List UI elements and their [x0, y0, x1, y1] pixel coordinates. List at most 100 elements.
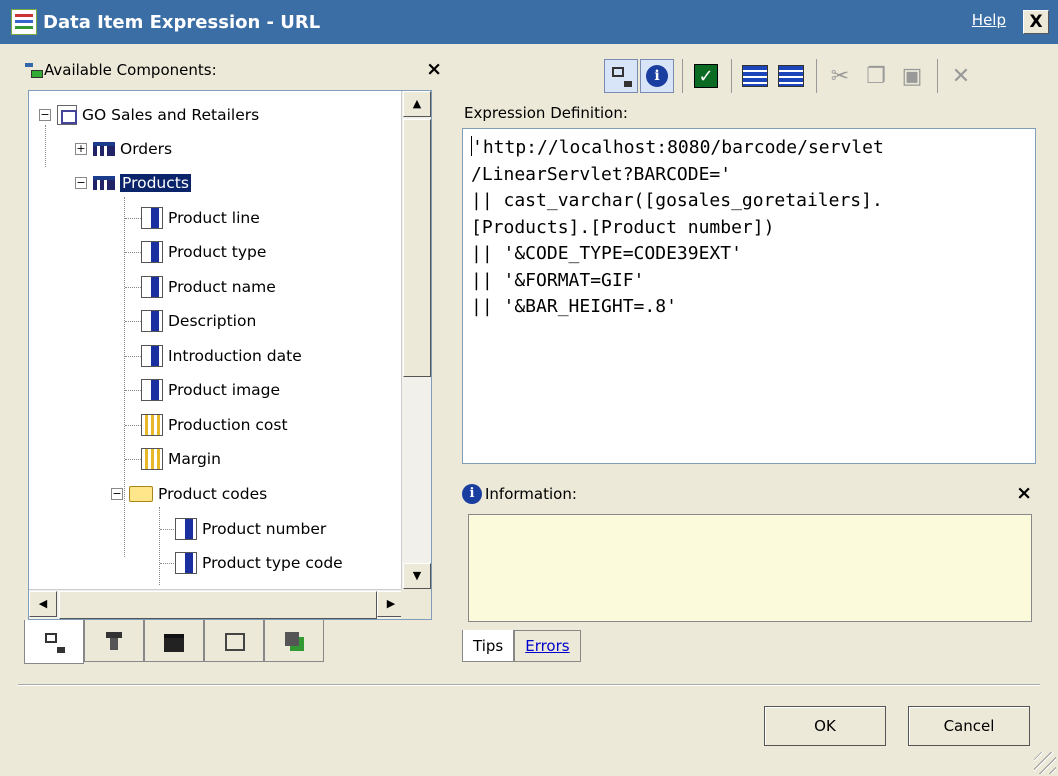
query-item-icon [141, 379, 163, 401]
query-item-icon [141, 241, 163, 263]
query-button-1[interactable] [738, 59, 772, 93]
tree-line [125, 287, 141, 288]
tree-line [125, 321, 141, 322]
tree-label-item: Product name [168, 278, 276, 296]
dialog-divider [18, 684, 1040, 686]
tree-label-item: Product line [168, 209, 260, 227]
tree-horizontal-scroll-thumb[interactable] [59, 591, 377, 619]
tree-node-measure[interactable]: Margin [141, 445, 221, 473]
query-icon-1 [742, 65, 768, 87]
components-close-button[interactable]: × [426, 58, 442, 80]
paste-button[interactable]: ▣ [895, 59, 929, 93]
query-subject-icon [93, 142, 115, 156]
tree-line [125, 252, 141, 253]
expression-line: || '&FORMAT=GIF' [471, 269, 645, 291]
expression-line: || '&BAR_HEIGHT=.8' [471, 296, 677, 317]
tree-node-item[interactable]: Product image [141, 376, 280, 404]
cancel-button[interactable]: Cancel [908, 706, 1030, 746]
tab-functions[interactable] [84, 620, 144, 662]
tree-line [160, 563, 176, 564]
tree-view-button[interactable] [604, 59, 638, 93]
collapse-icon[interactable]: − [111, 488, 123, 500]
tab-parameters[interactable] [204, 620, 264, 662]
components-tree: − GO Sales and Retailers + Orders − Prod… [29, 91, 401, 591]
expression-line: 'http://localhost:8080/barcode/servlet [472, 137, 884, 158]
window-close-button[interactable]: X [1023, 10, 1049, 34]
scroll-up-icon[interactable]: ▲ [403, 91, 431, 117]
validate-button[interactable]: ✓ [689, 59, 723, 93]
tab-model[interactable] [24, 620, 84, 664]
measure-icon [141, 414, 163, 436]
scroll-left-icon[interactable]: ◀ [29, 591, 57, 617]
available-components-header: Available Components: × [24, 56, 442, 84]
help-link[interactable]: Help [972, 11, 1006, 29]
functions-icon [103, 630, 125, 652]
tab-errors[interactable]: Errors [514, 630, 581, 662]
delete-button[interactable]: ✕ [944, 59, 978, 93]
info-icon: i [646, 65, 668, 87]
tree-node-item[interactable]: Description [141, 307, 256, 335]
tree-node-item[interactable]: Product number [175, 515, 326, 543]
query-button-2[interactable] [774, 59, 808, 93]
resize-grip-icon[interactable] [1034, 752, 1056, 774]
tree-node-root[interactable]: − GO Sales and Retailers [39, 101, 259, 129]
available-components-title: Available Components: [44, 61, 217, 79]
tree-node-products[interactable]: − Products [75, 169, 191, 197]
collapse-icon[interactable]: − [39, 109, 51, 121]
tree-line [45, 125, 46, 167]
tree-node-product-codes[interactable]: − Product codes [111, 480, 267, 508]
information-tab-strip: Tips Errors [462, 630, 581, 662]
tree-label-item: Product image [168, 381, 281, 399]
expression-line: [Products].[Product number]) [471, 216, 775, 238]
components-tab-strip [24, 620, 324, 664]
tab-query-items[interactable] [144, 620, 204, 662]
tree-node-item[interactable]: Product name [141, 273, 276, 301]
expression-editor[interactable]: 'http://localhost:8080/barcode/servlet /… [462, 128, 1036, 464]
tree-label-measure: Production cost [168, 416, 288, 434]
components-tree-panel[interactable]: − GO Sales and Retailers + Orders − Prod… [28, 90, 432, 620]
tree-vertical-scroll-thumb[interactable] [403, 119, 431, 377]
query-subject-icon [93, 176, 115, 190]
scroll-down-icon[interactable]: ▼ [403, 563, 431, 589]
tree-node-orders[interactable]: + Orders [75, 135, 172, 163]
tree-view-icon [610, 65, 632, 87]
toolbar-separator [682, 59, 683, 93]
collapse-icon[interactable]: − [75, 177, 87, 189]
tree-node-item[interactable]: Introduction date [141, 342, 302, 370]
information-close-button[interactable]: × [1016, 482, 1032, 504]
cut-icon: ✂ [830, 63, 850, 89]
tree-node-measure[interactable]: Production cost [141, 411, 288, 439]
info-button[interactable]: i [640, 59, 674, 93]
tree-horizontal-scrollbar[interactable]: ◀ ▶ [29, 589, 431, 619]
cut-button[interactable]: ✂ [823, 59, 857, 93]
toolbar-separator [816, 59, 817, 93]
validate-icon: ✓ [694, 64, 718, 88]
query-item-icon [141, 310, 163, 332]
tab-data-sources[interactable] [264, 620, 324, 662]
paste-icon: ▣ [901, 63, 923, 89]
copy-icon: ❐ [866, 63, 886, 89]
toolbar-separator [937, 59, 938, 93]
measure-icon [141, 448, 163, 470]
tree-node-item[interactable]: Product line [141, 204, 260, 232]
model-icon [43, 631, 65, 653]
tree-node-item[interactable]: Product type code [175, 549, 343, 577]
package-icon [57, 105, 77, 125]
window-title: Data Item Expression - URL [43, 11, 321, 33]
tree-label-measure: Margin [168, 450, 221, 468]
tree-vertical-scrollbar[interactable]: ▲ ▼ [401, 91, 431, 589]
tree-line [125, 459, 141, 460]
copy-button[interactable]: ❐ [859, 59, 893, 93]
errors-link[interactable]: Errors [525, 637, 569, 655]
tree-label-item: Introduction date [168, 347, 302, 365]
tree-node-item[interactable]: Product type [141, 238, 266, 266]
tab-tips[interactable]: Tips [462, 630, 515, 662]
tree-label-item: Product type [168, 243, 267, 261]
tree-line [125, 218, 141, 219]
expression-toolbar: i ✓ ✂ ❐ ▣ ✕ [604, 56, 980, 96]
tree-label-products: Products [120, 174, 191, 192]
expand-icon[interactable]: + [75, 143, 87, 155]
ok-button[interactable]: OK [764, 706, 886, 746]
components-icon [24, 62, 43, 78]
query-item-icon [141, 345, 163, 367]
